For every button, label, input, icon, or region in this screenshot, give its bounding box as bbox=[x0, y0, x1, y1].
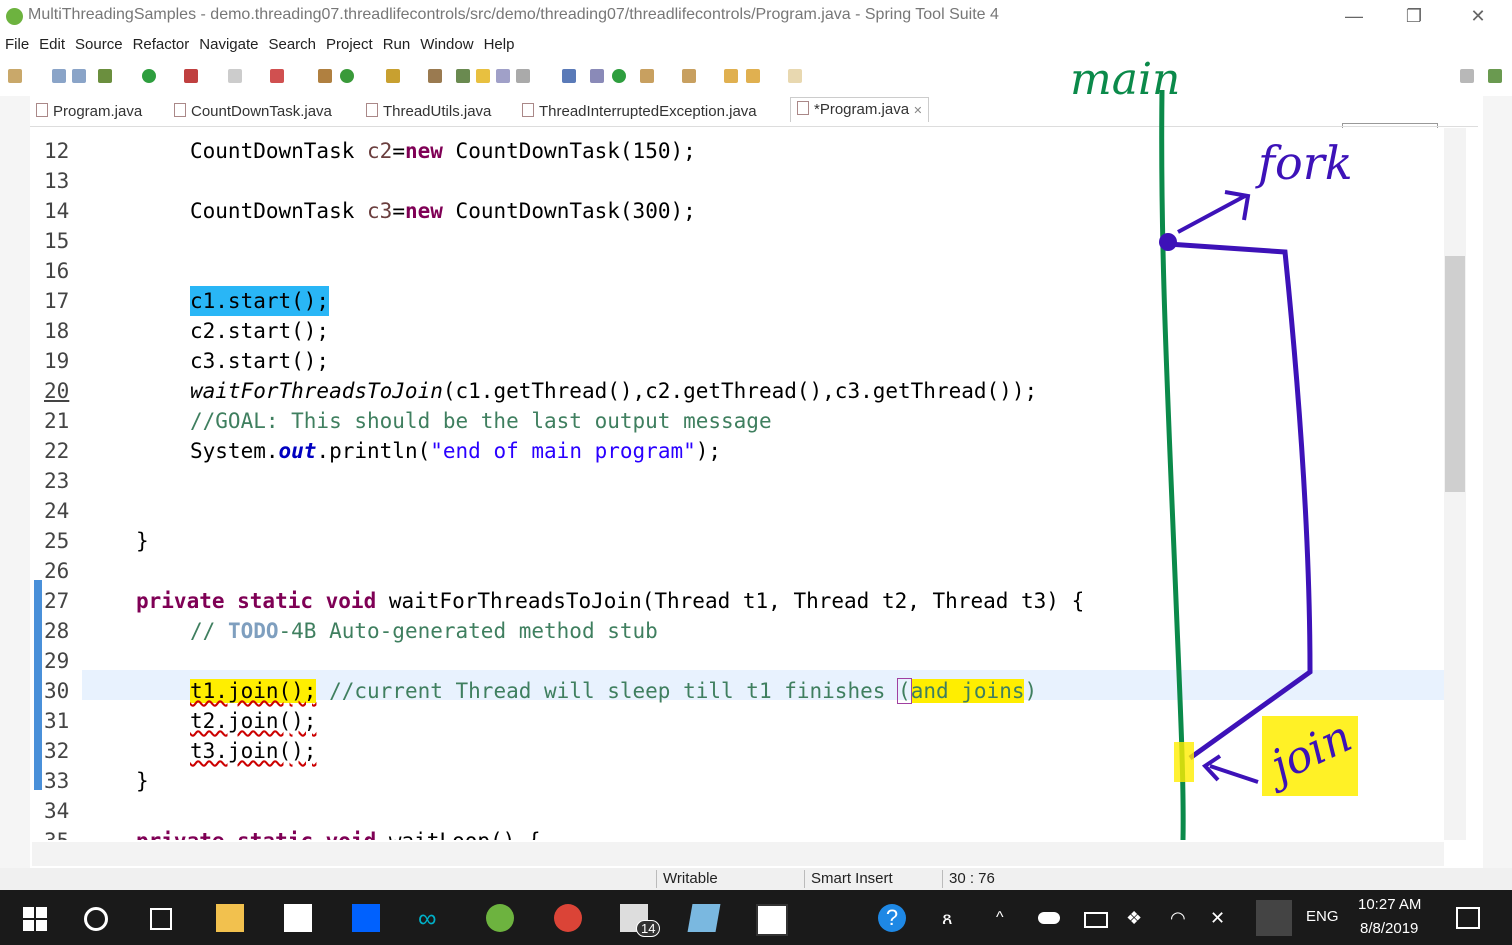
battery-icon[interactable] bbox=[1084, 912, 1108, 928]
volume-muted-icon[interactable]: ✕ bbox=[1210, 904, 1238, 932]
notes-icon[interactable] bbox=[687, 904, 721, 932]
dropbox-icon[interactable] bbox=[352, 904, 380, 932]
main-thread-line bbox=[1159, 89, 1186, 841]
mail-badge: 14 bbox=[636, 920, 661, 937]
clock-date[interactable]: 8/8/2019 bbox=[1360, 920, 1418, 937]
fork-arrow bbox=[1177, 190, 1251, 234]
clock-time[interactable]: 10:27 AM bbox=[1358, 896, 1421, 913]
join-point-highlight bbox=[1174, 742, 1194, 782]
status-insert-mode: Smart Insert bbox=[804, 870, 893, 888]
action-center-icon[interactable] bbox=[1456, 907, 1480, 929]
help-icon[interactable]: ? bbox=[878, 904, 906, 932]
store-icon[interactable] bbox=[284, 904, 312, 932]
status-bar: Writable Smart Insert 30 : 76 bbox=[0, 868, 1512, 890]
main-annotation: main bbox=[1070, 54, 1181, 105]
spring-tool-suite-taskbar-icon[interactable] bbox=[486, 904, 514, 932]
file-explorer-icon[interactable] bbox=[216, 904, 244, 932]
fork-annotation: fork bbox=[1258, 136, 1353, 190]
dropbox-tray-icon[interactable]: ❖ bbox=[1126, 904, 1154, 932]
mail-icon[interactable]: 14 bbox=[620, 904, 661, 937]
status-cursor-position: 30 : 76 bbox=[942, 870, 995, 888]
join-arrow bbox=[1201, 754, 1259, 784]
show-hidden-icons-chevron-icon[interactable]: ^ bbox=[996, 904, 1024, 932]
onedrive-icon[interactable] bbox=[1038, 912, 1060, 924]
forked-thread-line bbox=[1167, 241, 1313, 761]
task-view-icon[interactable] bbox=[150, 908, 172, 930]
status-writable: Writable bbox=[656, 870, 718, 888]
language-indicator[interactable]: ENG bbox=[1306, 908, 1339, 925]
chrome-icon[interactable] bbox=[554, 904, 582, 932]
cortana-icon[interactable] bbox=[84, 907, 108, 931]
windows-start-icon[interactable] bbox=[20, 904, 48, 932]
wifi-icon[interactable]: ◠ bbox=[1170, 904, 1198, 932]
people-icon[interactable]: ጸ bbox=[942, 904, 970, 932]
pen-workspace-icon[interactable] bbox=[1256, 900, 1292, 936]
arduino-icon[interactable]: ∞ bbox=[418, 904, 446, 932]
windows-taskbar: ∞ 14 ? ጸ ^ ❖ ◠ ✕ ENG 10:27 AM 8/8/2019 bbox=[0, 890, 1512, 945]
photos-icon[interactable] bbox=[756, 904, 788, 936]
